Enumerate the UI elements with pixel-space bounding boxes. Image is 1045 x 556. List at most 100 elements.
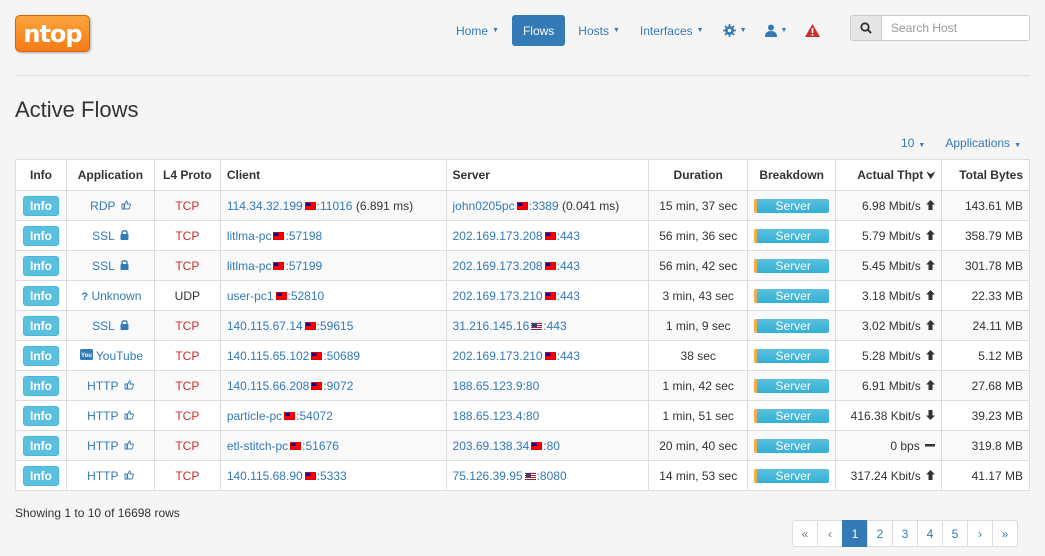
nav-home[interactable]: Home ▼: [446, 15, 509, 46]
application-link[interactable]: HTTP: [87, 439, 134, 453]
info-cell: Info: [15, 190, 67, 221]
client-port-link[interactable]: :51676: [302, 439, 339, 453]
info-button[interactable]: Info: [22, 225, 59, 246]
client-port-link[interactable]: :11016: [317, 199, 353, 213]
info-button[interactable]: Info: [22, 315, 59, 336]
client-port-link[interactable]: :57198: [285, 229, 322, 243]
page-button-3[interactable]: 3: [892, 520, 918, 547]
info-button[interactable]: Info: [22, 255, 59, 276]
server-host-link[interactable]: 203.69.138.34: [453, 439, 530, 453]
col-actual-thpt[interactable]: Actual Thpt ⮟: [835, 159, 943, 191]
col-total-bytes[interactable]: Total Bytes: [941, 159, 1030, 191]
server-host-link[interactable]: 31.216.145.16: [453, 319, 530, 333]
client-host-link[interactable]: 140.115.65.102: [227, 349, 310, 363]
application-link[interactable]: HTTP: [87, 409, 134, 423]
flag-icon: [531, 441, 543, 450]
info-button[interactable]: Info: [22, 405, 59, 426]
col-l4proto[interactable]: L4 Proto: [153, 159, 221, 191]
client-port-link[interactable]: :57199: [285, 259, 322, 273]
col-server[interactable]: Server: [445, 159, 650, 191]
client-port-link[interactable]: :59615: [317, 319, 354, 333]
nav-alerts[interactable]: [796, 15, 829, 46]
info-button[interactable]: Info: [22, 465, 59, 486]
server-port-link[interactable]: :443: [557, 349, 580, 363]
client-host-link[interactable]: 140.115.68.90: [227, 469, 303, 483]
server-host-link[interactable]: 188.65.123.9:80: [453, 379, 540, 393]
server-cell: john0205pc:3389 (0.041 ms): [445, 190, 650, 221]
server-port-link[interactable]: :443: [557, 289, 580, 303]
client-host-link[interactable]: 114.34.32.199: [227, 199, 303, 213]
page-last-button[interactable]: »: [992, 520, 1018, 547]
info-button[interactable]: Info: [22, 195, 59, 216]
info-button[interactable]: Info: [22, 285, 59, 306]
flag-icon: [544, 351, 556, 360]
nav-settings[interactable]: ▼: [714, 15, 756, 46]
application-link[interactable]: SSL: [92, 259, 129, 273]
page-button-4[interactable]: 4: [917, 520, 943, 547]
client-host-link[interactable]: user-pc1: [227, 289, 274, 303]
search-input[interactable]: [882, 16, 1029, 40]
server-port-link[interactable]: :443: [557, 259, 580, 273]
rows-per-page-dropdown[interactable]: 10 ▼: [901, 136, 925, 150]
page-button-1[interactable]: 1: [842, 520, 868, 547]
server-cell: 188.65.123.4:80: [445, 400, 650, 431]
client-host-link[interactable]: particle-pc: [227, 409, 282, 423]
client-host-link[interactable]: etl-stitch-pc: [227, 439, 288, 453]
col-application[interactable]: Application: [65, 159, 155, 191]
server-port-link[interactable]: :443: [557, 229, 580, 243]
application-link[interactable]: SSL: [92, 319, 129, 333]
info-button[interactable]: Info: [22, 345, 59, 366]
application-link[interactable]: HTTP: [87, 379, 134, 393]
duration-cell: 15 min, 37 sec: [648, 190, 749, 221]
col-breakdown[interactable]: Breakdown: [747, 159, 837, 191]
client-port-link[interactable]: :52810: [288, 289, 325, 303]
client-port-link[interactable]: :54072: [296, 409, 333, 423]
page-next-button[interactable]: ›: [967, 520, 993, 547]
client-host-link[interactable]: litlma-pc: [227, 259, 272, 273]
page-button-2[interactable]: 2: [867, 520, 893, 547]
server-host-link[interactable]: 202.169.173.210: [453, 349, 543, 363]
nav-flows[interactable]: Flows: [511, 15, 566, 46]
trend-up-icon: [926, 229, 936, 243]
client-port-link[interactable]: :50689: [323, 349, 360, 363]
server-host-link[interactable]: 75.126.39.95: [453, 469, 523, 483]
application-link[interactable]: HTTP: [87, 469, 134, 483]
l4proto-cell: UDP: [153, 280, 221, 311]
server-host-link[interactable]: 188.65.123.4:80: [453, 409, 540, 423]
client-host-link[interactable]: 140.115.67.14: [227, 319, 303, 333]
page-prev-button[interactable]: ‹: [817, 520, 843, 547]
client-host-link[interactable]: litlma-pc: [227, 229, 272, 243]
client-port-link[interactable]: :9072: [323, 379, 353, 393]
application-link[interactable]: ? Unknown: [79, 289, 141, 303]
col-info[interactable]: Info: [15, 159, 67, 191]
info-button[interactable]: Info: [22, 375, 59, 396]
page-title: Active Flows: [15, 97, 139, 122]
server-port-link[interactable]: :80: [543, 439, 560, 453]
col-client[interactable]: Client: [219, 159, 447, 191]
server-host-link[interactable]: 202.169.173.210: [453, 289, 543, 303]
col-duration[interactable]: Duration: [648, 159, 749, 191]
server-host-link[interactable]: 202.169.173.208: [453, 229, 543, 243]
server-host-link[interactable]: john0205pc: [453, 199, 515, 213]
nav-hosts[interactable]: Hosts ▼: [568, 15, 630, 46]
trend-flat-icon: [925, 441, 936, 453]
info-cell: Info: [15, 460, 67, 491]
info-button[interactable]: Info: [22, 435, 59, 456]
server-port-link[interactable]: :3389: [529, 199, 559, 213]
application-link[interactable]: You YouTube: [78, 348, 143, 363]
page-first-button[interactable]: «: [792, 520, 818, 547]
nav-interfaces[interactable]: Interfaces ▼: [630, 15, 714, 46]
server-port-link[interactable]: :443: [543, 319, 566, 333]
server-host-link[interactable]: 202.169.173.208: [453, 259, 543, 273]
ntop-logo[interactable]: ntop: [15, 15, 90, 52]
server-port-link[interactable]: :8080: [537, 469, 567, 483]
search-button[interactable]: [851, 16, 882, 40]
client-port-link[interactable]: :5333: [317, 469, 347, 483]
client-host-link[interactable]: 140.115.66.208: [227, 379, 310, 393]
flag-icon: [524, 471, 536, 480]
nav-user[interactable]: ▼: [756, 15, 797, 46]
page-button-5[interactable]: 5: [942, 520, 968, 547]
application-link[interactable]: SSL: [92, 229, 129, 243]
applications-dropdown[interactable]: Applications ▼: [945, 136, 1021, 150]
application-link[interactable]: RDP: [90, 199, 131, 213]
